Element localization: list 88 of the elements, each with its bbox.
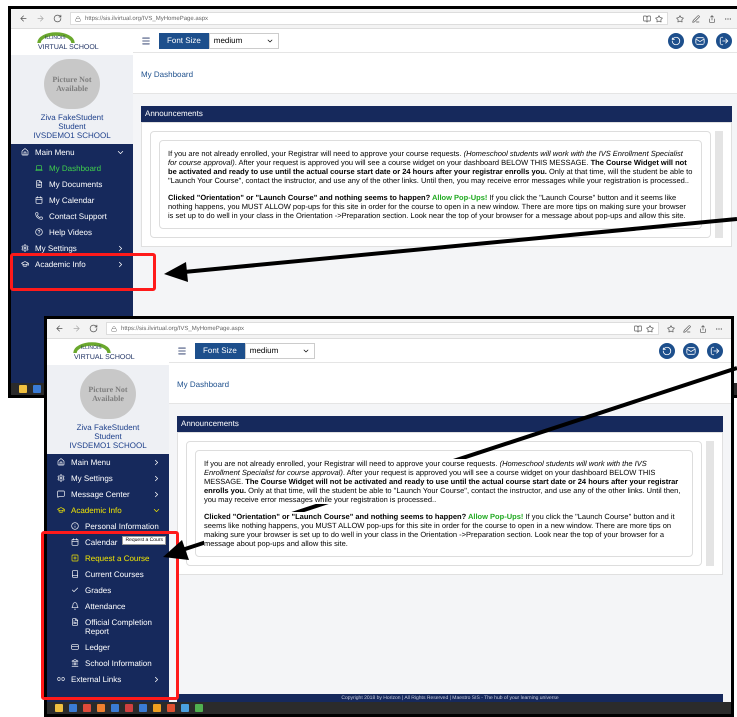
favorites-icon[interactable] xyxy=(676,14,684,22)
reader-icon[interactable] xyxy=(634,324,642,332)
student-role: Student xyxy=(94,432,122,441)
calendar-icon xyxy=(71,538,79,546)
menu-item[interactable]: Request a Course xyxy=(71,554,152,563)
menu-section[interactable]: Main Menu xyxy=(47,458,169,467)
reload-icon[interactable] xyxy=(89,324,98,333)
menu-icon[interactable] xyxy=(177,346,187,356)
menu-item[interactable]: Help Videos xyxy=(35,228,94,237)
panel-header: Announcements xyxy=(177,416,723,432)
menu-item[interactable]: Official Completion Report xyxy=(71,618,167,636)
menu-item[interactable]: Calendar xyxy=(71,538,120,547)
breadcrumb[interactable]: My Dashboard xyxy=(141,70,194,79)
breadcrumb[interactable]: My Dashboard xyxy=(177,380,230,389)
menu-item[interactable]: Contact Support xyxy=(35,212,109,221)
student-role: Student xyxy=(58,122,86,131)
back-icon[interactable] xyxy=(55,324,64,333)
font-size-select[interactable]: medium xyxy=(244,342,315,358)
graduation-cap-icon xyxy=(57,506,65,514)
menu-item[interactable]: My Documents xyxy=(35,180,104,189)
link-icon xyxy=(57,675,65,683)
refresh-icon[interactable] xyxy=(659,342,675,358)
calendar-icon xyxy=(35,196,43,204)
share-icon[interactable] xyxy=(699,324,707,332)
chat-icon xyxy=(57,490,65,498)
menu-item[interactable]: School Information xyxy=(71,659,154,668)
star-icon[interactable] xyxy=(646,324,654,332)
menu-item[interactable]: My Calendar xyxy=(35,196,96,205)
logout-icon[interactable] xyxy=(707,342,723,358)
lock-icon xyxy=(75,16,81,22)
photo-caption: Picture Not Available xyxy=(87,385,129,403)
font-size-label: Font Size xyxy=(159,32,209,48)
student-name: Ziva FakeStudent xyxy=(40,113,104,122)
font-size-label: Font Size xyxy=(195,342,245,358)
chevron-icon xyxy=(152,675,161,684)
plus-square-icon xyxy=(71,554,79,562)
check-icon xyxy=(71,586,79,594)
home-icon xyxy=(21,148,29,156)
refresh-icon[interactable] xyxy=(668,32,684,48)
settings-icon xyxy=(57,474,65,482)
back-icon[interactable] xyxy=(19,14,28,23)
menu-item[interactable]: Current Courses xyxy=(71,570,146,579)
info-icon xyxy=(71,522,79,530)
menu-item[interactable]: My Dashboard xyxy=(35,164,104,173)
book-icon xyxy=(71,570,79,578)
photo-caption: Picture Not Available xyxy=(51,75,93,93)
menu-section[interactable]: Message Center xyxy=(47,490,169,499)
mail-icon[interactable] xyxy=(692,32,708,48)
bank-icon xyxy=(71,659,79,667)
lock-icon xyxy=(111,326,117,332)
reload-icon[interactable] xyxy=(53,14,62,23)
font-size-select[interactable]: medium xyxy=(208,32,279,48)
home-icon xyxy=(57,458,65,466)
scrollbar[interactable] xyxy=(706,441,714,566)
menu-section[interactable]: My Settings xyxy=(11,244,133,253)
mail-icon[interactable] xyxy=(683,342,699,358)
menu-item[interactable]: Personal Information xyxy=(71,522,161,531)
document-icon xyxy=(35,180,43,188)
menu-section[interactable]: Main Menu xyxy=(11,148,133,157)
student-name: Ziva FakeStudent xyxy=(76,423,140,432)
help-icon xyxy=(35,228,43,236)
menu-section[interactable]: Academic Info xyxy=(47,506,169,515)
school-name: IVSDEMO1 SCHOOL xyxy=(69,441,147,450)
chevron-icon xyxy=(116,148,125,157)
menu-icon[interactable] xyxy=(141,36,151,46)
menu-item[interactable]: Attendance xyxy=(71,602,128,611)
favorites-icon[interactable] xyxy=(667,324,675,332)
document-icon xyxy=(71,618,79,626)
scrollbar[interactable] xyxy=(715,131,723,238)
menu-item[interactable]: Ledger xyxy=(71,643,112,652)
pen-icon[interactable] xyxy=(692,14,700,22)
menu-item[interactable]: Grades xyxy=(71,586,114,595)
graduation-cap-icon xyxy=(21,260,29,268)
pen-icon[interactable] xyxy=(683,324,691,332)
menu-section[interactable]: External Links xyxy=(47,675,169,684)
laptop-icon xyxy=(35,164,43,172)
phone-icon xyxy=(35,212,43,220)
star-icon[interactable] xyxy=(655,14,663,22)
school-name: IVSDEMO1 SCHOOL xyxy=(33,131,111,140)
card-icon xyxy=(71,643,79,651)
reader-icon[interactable] xyxy=(643,14,651,22)
menu-section[interactable]: My Settings xyxy=(47,474,169,483)
menu-section[interactable]: Academic Info xyxy=(11,260,133,269)
panel-header: Announcements xyxy=(141,106,732,122)
bell-icon xyxy=(71,602,79,610)
share-icon[interactable] xyxy=(708,14,716,22)
logout-icon[interactable] xyxy=(716,32,732,48)
settings-icon xyxy=(21,244,29,252)
